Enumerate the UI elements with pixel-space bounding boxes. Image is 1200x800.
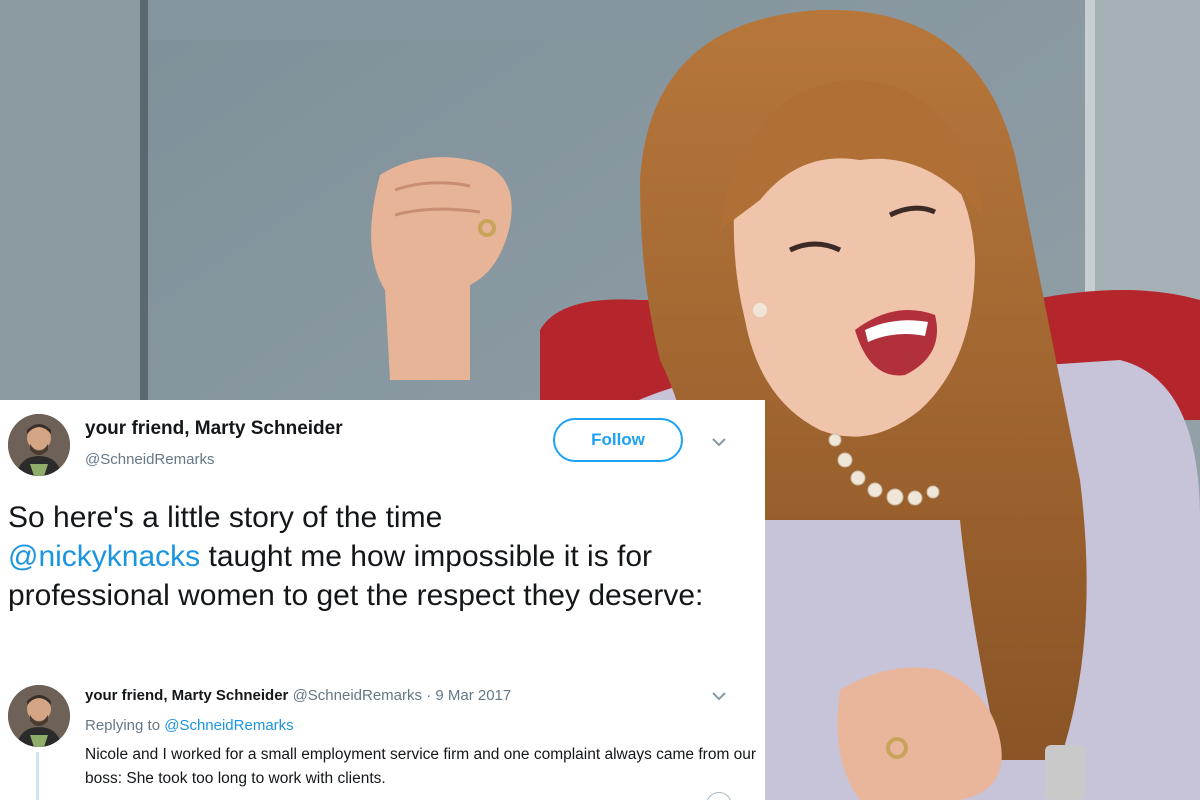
replying-to: Replying to @SchneidRemarks bbox=[85, 717, 294, 734]
reply-text: Nicole and I worked for a small employme… bbox=[85, 746, 757, 787]
replying-handle-link[interactable]: @SchneidRemarks bbox=[164, 717, 293, 734]
tweet-text: So here's a little story of the time @nic… bbox=[8, 498, 748, 615]
author-handle[interactable]: @SchneidRemarks bbox=[85, 451, 214, 468]
reply-avatar[interactable] bbox=[8, 685, 70, 747]
replying-prefix: Replying to bbox=[85, 717, 161, 734]
chevron-down-icon[interactable] bbox=[707, 684, 731, 708]
avatar[interactable] bbox=[8, 414, 70, 476]
more-circle-icon[interactable] bbox=[706, 792, 732, 800]
author-name[interactable]: your friend, Marty Schneider bbox=[85, 418, 343, 440]
tweet-card: your friend, Marty Schneider @SchneidRem… bbox=[0, 400, 765, 800]
reply-author-name[interactable]: your friend, Marty Schneider bbox=[85, 687, 288, 704]
follow-button[interactable]: Follow bbox=[553, 418, 683, 462]
mention-link[interactable]: @nickyknacks bbox=[8, 540, 200, 573]
reply-header: your friend, Marty Schneider @SchneidRem… bbox=[85, 687, 511, 704]
tweet-text-start: So here's a little story of the time bbox=[8, 501, 443, 534]
reply-date[interactable]: 9 Mar 2017 bbox=[435, 687, 511, 704]
reply-author-handle[interactable]: @SchneidRemarks bbox=[293, 687, 422, 704]
dot-separator: · bbox=[426, 687, 432, 704]
chevron-down-icon[interactable] bbox=[707, 430, 731, 454]
thread-line bbox=[36, 752, 39, 800]
